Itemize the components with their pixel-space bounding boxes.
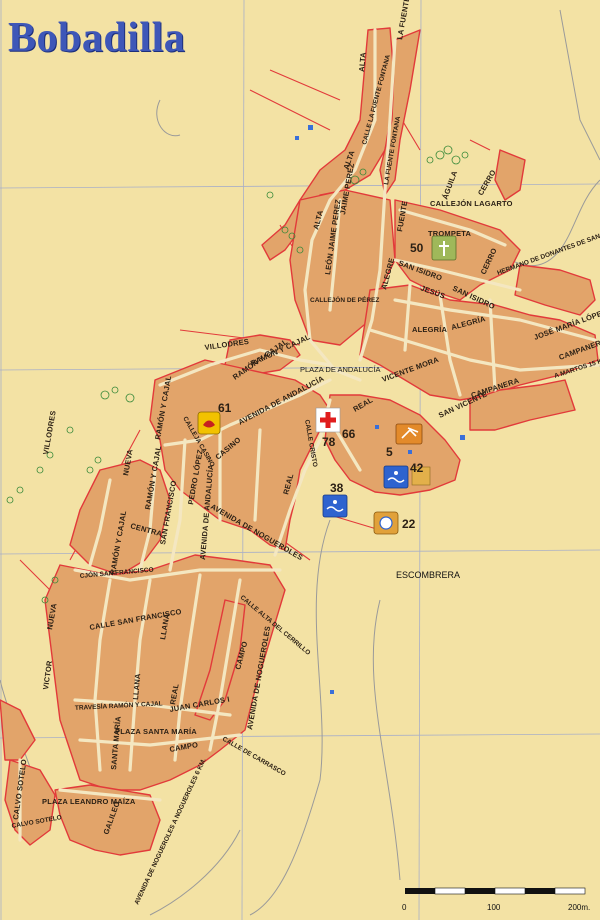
poi-38-number: 38 xyxy=(330,481,344,495)
label-victor: VICTOR xyxy=(41,660,54,691)
scale-label-200: 200m. xyxy=(568,903,590,912)
poi-50-number: 50 xyxy=(410,241,424,255)
scale-label-0: 0 xyxy=(402,903,407,912)
town-blocks xyxy=(0,27,599,856)
sports-icon xyxy=(395,423,423,445)
label-alta: ALTA xyxy=(357,51,368,72)
ball-shape xyxy=(379,516,393,530)
label-cerro: CERRO xyxy=(476,168,498,197)
label-plaza-leandro: PLAZA LEANDRO MAÍZA xyxy=(42,797,136,806)
town-map: ALTA LA FUENTE CALLE LA FUENTE FONTANA A… xyxy=(0,0,600,920)
scale-bar: 0 100 200m. xyxy=(402,887,590,912)
label-callejon-lagarto: CALLEJÓN LAGARTO xyxy=(430,199,513,208)
label-calle-carrasco: CALLE DE CARRASCO xyxy=(221,736,287,778)
label-callejon-perez: CALLEJÓN DE PÉREZ xyxy=(310,295,379,304)
label-escombrera: ESCOMBRERA xyxy=(396,570,460,580)
swimming-pool-icon xyxy=(322,494,348,518)
label-plaza-santa-maria: PLAZA SANTA MARÍA xyxy=(115,727,197,736)
poi-61-number: 61 xyxy=(218,401,232,415)
poi-5-number: 5 xyxy=(386,445,393,459)
swimming-pool-icon xyxy=(383,465,409,489)
scale-label-100: 100 xyxy=(487,903,501,912)
poi-66[interactable]: 66 xyxy=(342,427,356,441)
label-alegria: ALEGRÍA xyxy=(412,325,448,334)
poi-22-number: 22 xyxy=(402,517,416,531)
poi-66-number: 66 xyxy=(342,427,356,441)
map-title: Bobadilla xyxy=(8,15,186,61)
map-canvas: ALTA LA FUENTE CALLE LA FUENTE FONTANA A… xyxy=(0,0,600,920)
poi-42-number: 42 xyxy=(410,461,424,475)
label-plaza-andalucia: PLAZA DE ANDALUCÍA xyxy=(300,365,380,374)
poi-22[interactable]: 22 xyxy=(373,511,416,535)
swimmer-head xyxy=(333,500,337,504)
poi-78-number: 78 xyxy=(322,435,336,449)
swimmer-head xyxy=(394,471,398,475)
label-villodres-left: VILLODRES xyxy=(41,410,58,456)
poi-38[interactable]: 38 xyxy=(322,481,348,518)
